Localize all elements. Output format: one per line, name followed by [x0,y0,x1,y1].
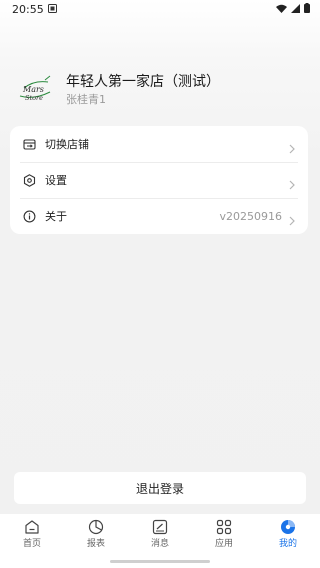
report-pie-icon [87,518,105,536]
status-left: 20:55 [12,3,57,16]
gesture-handle[interactable] [110,560,210,563]
tab-messages[interactable]: 消息 [128,514,192,554]
store-logo: Mars Store [14,70,54,110]
menu-item-label: 设置 [45,174,67,187]
menu-card: 切换店铺 设置 关于 v20250916 [10,126,308,234]
chevron-right-icon [288,139,296,154]
tab-profile[interactable]: 我的 [256,514,320,554]
store-switch-icon [22,137,36,151]
battery-icon [304,2,310,16]
info-icon [22,209,36,223]
home-icon [23,518,41,536]
tab-reports[interactable]: 报表 [64,514,128,554]
menu-item-about[interactable]: 关于 v20250916 [10,198,308,234]
tab-label: 首页 [22,539,41,549]
profile-header: Mars Store 年轻人第一家店（测试） 张桂青1 [14,70,306,110]
tab-home[interactable]: 首页 [0,514,64,554]
chevron-right-icon [288,175,296,190]
tab-label: 报表 [86,539,105,549]
svg-text:Mars: Mars [22,85,44,94]
status-bar: 20:55 [0,0,320,18]
apps-grid-icon [215,518,233,536]
tab-label: 消息 [150,539,169,549]
logout-button[interactable]: 退出登录 [14,472,306,504]
status-right [276,2,310,16]
settings-icon [22,173,36,187]
app-version: v20250916 [219,209,283,223]
status-time: 20:55 [12,2,44,16]
tab-label: 我的 [278,539,297,549]
menu-item-label: 切换店铺 [45,138,89,151]
svg-text:Store: Store [25,94,43,102]
profile-icon [279,518,297,536]
cellular-signal-icon [291,3,300,16]
screenshot-notification-icon [47,3,57,16]
profile-text: 年轻人第一家店（测试） 张桂青1 [66,73,220,107]
tab-apps[interactable]: 应用 [192,514,256,554]
message-icon [151,518,169,536]
bottom-tab-bar: 首页 报表 消息 应用 我的 [0,514,320,554]
gesture-bar [0,554,320,568]
store-name: 年轻人第一家店（测试） [66,74,220,90]
chevron-right-icon [288,211,296,226]
menu-item-switch-store[interactable]: 切换店铺 [10,126,308,162]
tab-label: 应用 [214,539,233,549]
wifi-icon [276,3,287,16]
menu-item-label: 关于 [45,210,67,223]
user-name: 张桂青1 [66,93,106,106]
menu-item-settings[interactable]: 设置 [10,162,308,198]
